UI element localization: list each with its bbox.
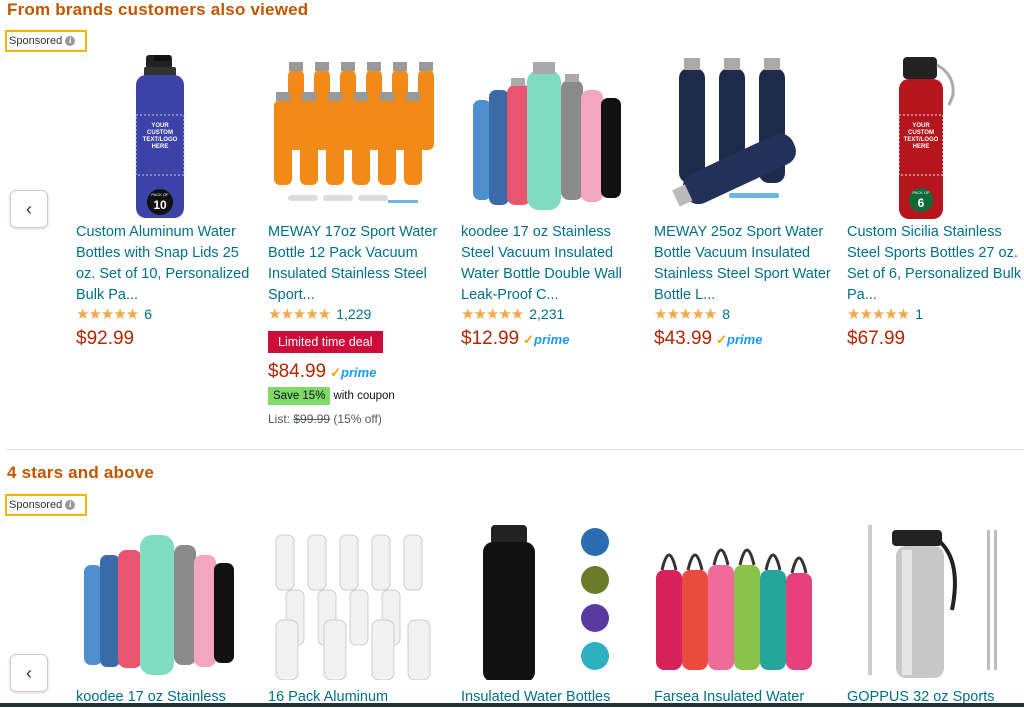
prime-badge: ✓prime [330, 365, 376, 380]
sponsored-text: Sponsored [9, 35, 63, 47]
chevron-left-icon: ‹ [26, 662, 32, 683]
price-value: $84.99 [268, 361, 327, 382]
prime-check-icon: ✓ [716, 332, 728, 347]
coupon-badge[interactable]: Save 15% [268, 387, 331, 405]
prime-badge: ✓prime [523, 332, 569, 347]
prime-text: prime [727, 332, 763, 347]
product-card[interactable]: koodee 17 oz Stainless Steel Vacuum Insu… [461, 50, 641, 450]
product-image[interactable] [268, 520, 438, 680]
price-value: $12.99 [461, 328, 520, 349]
coupon-row[interactable]: Save 15% with coupon [268, 387, 395, 405]
star-rating[interactable]: ★★★★★ 2,231 [461, 305, 564, 323]
product-card[interactable]: koodee 17 oz Stainless [76, 515, 256, 705]
stars-icon: ★★★★★ [654, 306, 717, 323]
rating-count[interactable]: 6 [144, 306, 152, 322]
product-image[interactable] [76, 525, 246, 675]
svg-text:CUSTOM: CUSTOM [908, 130, 934, 136]
list-price: List: $99.99 (15% off) [268, 412, 382, 426]
product-image[interactable] [461, 60, 636, 210]
product-title[interactable]: MEWAY 25oz Sport Water Bottle Vacuum Ins… [654, 222, 834, 306]
stars-icon: ★★★★★ [461, 306, 524, 323]
carousel-prev-button[interactable]: ‹ [10, 654, 48, 692]
sponsored-label[interactable]: Sponsored i [5, 30, 87, 52]
star-rating[interactable]: ★★★★★ 8 [654, 305, 730, 323]
product-card[interactable]: YOUR CUSTOM TEXT/LOGO HERE PACK OF 10 Cu… [76, 50, 256, 450]
product-price: $67.99 [847, 328, 906, 349]
product-image[interactable] [654, 535, 814, 675]
product-card[interactable]: YOUR CUSTOM TEXT/LOGO HERE PACK OF 6 Cus… [847, 50, 1024, 450]
rating-count[interactable]: 2,231 [529, 306, 564, 322]
product-price: $12.99 ✓prime [461, 328, 569, 350]
limited-deal-badge: Limited time deal [268, 331, 383, 353]
star-rating[interactable]: ★★★★★ 1 [847, 305, 923, 323]
svg-text:PACK OF: PACK OF [912, 190, 930, 195]
svg-text:HERE: HERE [913, 144, 930, 150]
product-card[interactable]: MEWAY 17oz Sport Water Bottle 12 Pack Va… [268, 50, 448, 450]
stars-icon: ★★★★★ [268, 306, 331, 323]
stars-icon: ★★★★★ [847, 306, 910, 323]
sponsored-text: Sponsored [9, 499, 63, 511]
product-image[interactable]: YOUR CUSTOM TEXT/LOGO HERE PACK OF 6 [887, 55, 967, 220]
info-icon[interactable]: i [65, 36, 76, 46]
product-title[interactable]: Custom Aluminum Water Bottles with Snap … [76, 222, 256, 306]
product-image[interactable]: YOUR CUSTOM TEXT/LOGO HERE PACK OF 10 [126, 55, 196, 220]
product-image[interactable] [862, 520, 1012, 680]
sponsored-label[interactable]: Sponsored i [5, 494, 87, 516]
product-title[interactable]: MEWAY 17oz Sport Water Bottle 12 Pack Va… [268, 222, 448, 306]
product-title[interactable]: koodee 17 oz Stainless Steel Vacuum Insu… [461, 222, 641, 306]
star-rating[interactable]: ★★★★★ 1,229 [268, 305, 371, 323]
carousel-prev-button[interactable]: ‹ [10, 190, 48, 228]
prime-text: prime [534, 332, 570, 347]
product-title[interactable]: Custom Sicilia Stainless Steel Sports Bo… [847, 222, 1024, 306]
coupon-text: with coupon [333, 390, 395, 402]
svg-text:CUSTOM: CUSTOM [147, 130, 173, 136]
rating-count[interactable]: 8 [722, 306, 730, 322]
rating-count[interactable]: 1 [915, 306, 923, 322]
product-card[interactable]: Insulated Water Bottles [461, 515, 641, 705]
section-title-brands: From brands customers also viewed [7, 0, 309, 19]
discount-percent: (15% off) [333, 412, 382, 426]
product-price: $84.99 ✓prime [268, 361, 376, 383]
prime-text: prime [341, 365, 377, 380]
list-price-value: $99.99 [293, 412, 331, 426]
prime-check-icon: ✓ [523, 332, 535, 347]
product-card[interactable]: MEWAY 25oz Sport Water Bottle Vacuum Ins… [654, 50, 834, 450]
svg-text:YOUR: YOUR [912, 123, 930, 129]
bottom-bar [0, 703, 1024, 707]
prime-badge: ✓prime [716, 332, 762, 347]
list-label: List: [268, 412, 291, 426]
product-card[interactable]: 16 Pack Aluminum [268, 515, 448, 705]
product-card[interactable]: Farsea Insulated Water [654, 515, 834, 705]
product-image[interactable] [268, 60, 438, 220]
svg-text:TEXT/LOGO: TEXT/LOGO [143, 137, 178, 143]
svg-text:PACK OF: PACK OF [151, 192, 169, 197]
product-card[interactable]: GOPPUS 32 oz Sports [847, 515, 1024, 705]
svg-text:10: 10 [153, 198, 167, 212]
rating-count[interactable]: 1,229 [336, 306, 371, 322]
section-divider [7, 449, 1024, 450]
product-price: $92.99 [76, 328, 135, 349]
section-title-four-stars: 4 stars and above [7, 463, 155, 482]
chevron-left-icon: ‹ [26, 198, 32, 219]
info-icon[interactable]: i [65, 500, 76, 510]
star-rating[interactable]: ★★★★★ 6 [76, 305, 152, 323]
product-price: $43.99 ✓prime [654, 328, 762, 350]
prime-check-icon: ✓ [330, 365, 342, 380]
svg-text:YOUR: YOUR [151, 123, 169, 129]
product-image[interactable] [471, 520, 641, 680]
svg-text:TEXT/LOGO: TEXT/LOGO [904, 137, 939, 143]
svg-text:HERE: HERE [152, 144, 169, 150]
stars-icon: ★★★★★ [76, 306, 139, 323]
product-image[interactable] [659, 58, 819, 208]
price-value: $43.99 [654, 328, 713, 349]
svg-text:6: 6 [918, 196, 925, 210]
